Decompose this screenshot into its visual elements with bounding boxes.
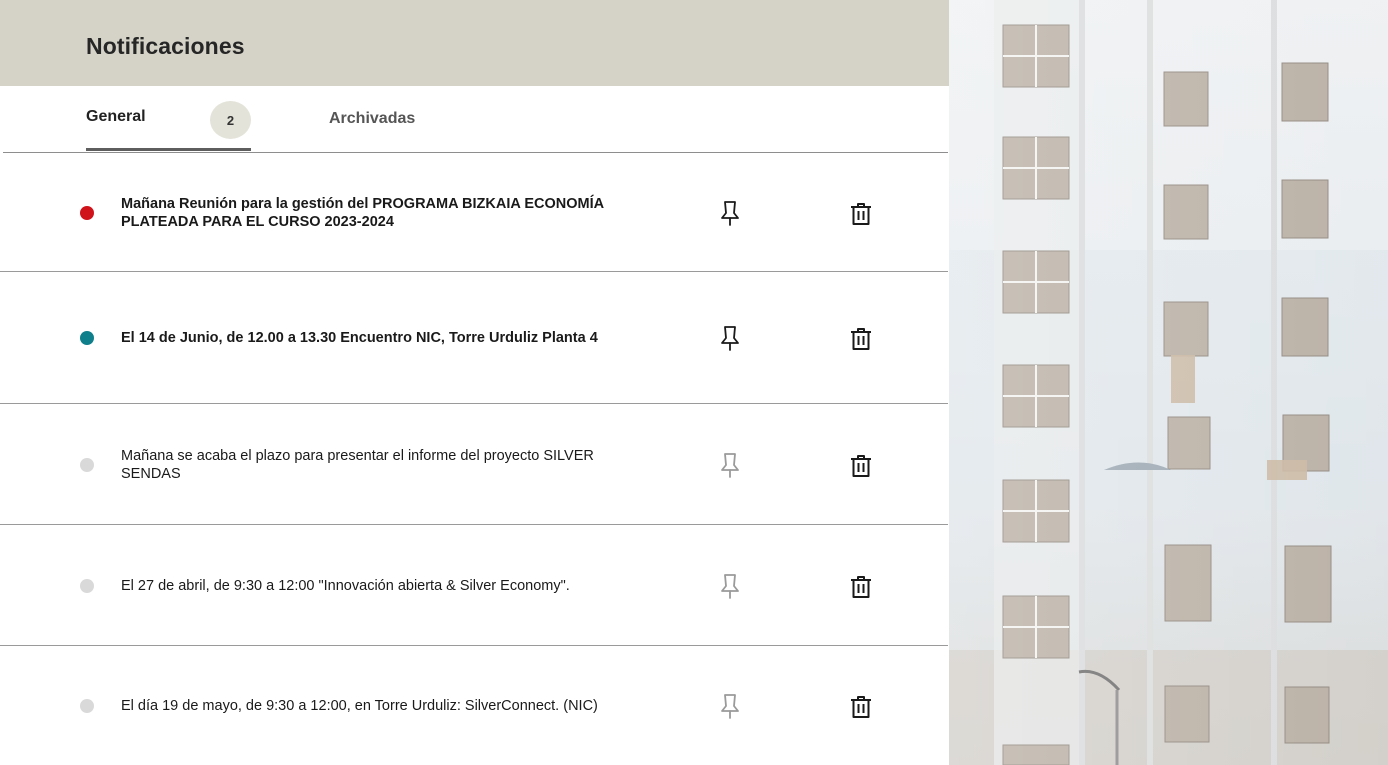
tab-archived-label: Archivadas <box>329 109 416 127</box>
notification-row[interactable]: El 27 de abril, de 9:30 a 12:00 "Innovac… <box>0 525 949 646</box>
trash-icon[interactable] <box>849 694 873 720</box>
trash-icon[interactable] <box>849 201 873 227</box>
notification-row[interactable]: El día 19 de mayo, de 9:30 a 12:00, en T… <box>0 646 949 765</box>
status-dot <box>80 331 94 345</box>
status-dot <box>80 578 94 593</box>
pin-icon[interactable] <box>718 693 742 719</box>
page-header: Notificaciones <box>0 0 949 86</box>
notifications-panel: Notificaciones General 2 Archivadas Maña… <box>0 0 949 765</box>
trash-icon[interactable] <box>849 453 873 479</box>
page-title: Notificaciones <box>86 33 245 59</box>
notification-text: El 27 de abril, de 9:30 a 12:00 "Innovac… <box>121 577 570 594</box>
notification-text: Mañana Reunión para la gestión del PROGR… <box>121 195 604 230</box>
tab-general[interactable]: General 2 <box>86 86 251 151</box>
status-dot <box>80 457 94 472</box>
pin-icon[interactable] <box>718 573 742 599</box>
status-dot <box>80 205 94 220</box>
notification-text: Mañana se acaba el plazo para presentar … <box>121 447 594 482</box>
notification-row[interactable]: El 14 de Junio, de 12.00 a 13.30 Encuent… <box>0 272 949 404</box>
tab-general-label: General <box>86 108 146 125</box>
pin-icon[interactable] <box>718 200 742 226</box>
building-photo <box>949 0 1388 765</box>
pin-icon[interactable] <box>718 325 742 351</box>
status-dot <box>80 698 94 713</box>
unread-count-badge: 2 <box>210 101 251 139</box>
notification-row[interactable]: Mañana Reunión para la gestión del PROGR… <box>0 153 949 272</box>
trash-icon[interactable] <box>849 326 873 352</box>
tab-archived[interactable]: Archivadas <box>329 86 415 151</box>
pin-icon[interactable] <box>718 452 742 478</box>
notification-row[interactable]: Mañana se acaba el plazo para presentar … <box>0 404 949 525</box>
building-photo-illustration <box>949 0 1388 765</box>
notification-text: El día 19 de mayo, de 9:30 a 12:00, en T… <box>121 697 598 714</box>
tab-bar: General 2 Archivadas <box>0 86 949 153</box>
notification-text: El 14 de Junio, de 12.00 a 13.30 Encuent… <box>121 330 598 346</box>
trash-icon[interactable] <box>849 574 873 600</box>
